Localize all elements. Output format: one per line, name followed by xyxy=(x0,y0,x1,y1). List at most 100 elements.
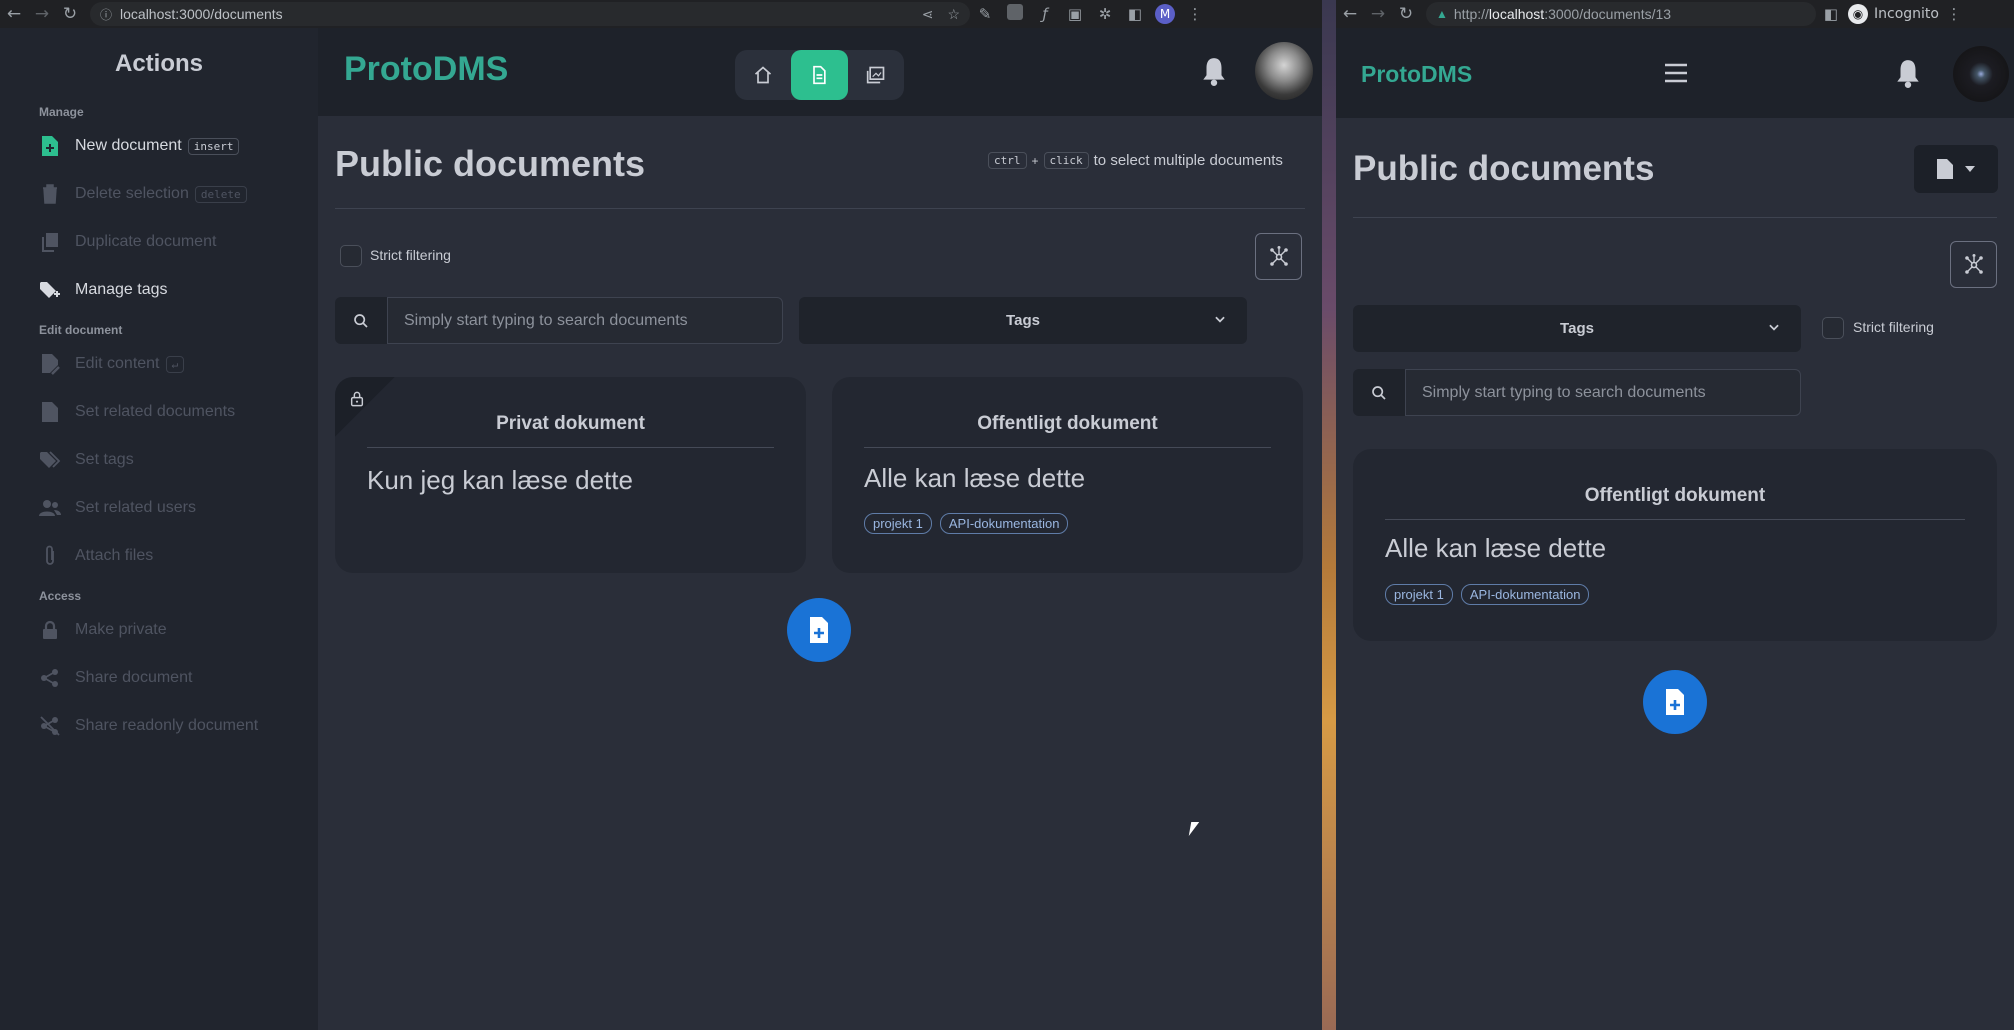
graph-icon xyxy=(1964,253,1983,274)
nav-button-group xyxy=(735,50,904,100)
document-icon xyxy=(813,65,827,85)
file-plus-icon xyxy=(810,617,828,643)
card-body: Alle kan læse dette xyxy=(864,463,1086,493)
tags-dropdown-label: Tags xyxy=(1006,312,1040,329)
address-bar[interactable]: ▲ http://localhost:3000/documents/13 xyxy=(1426,2,1816,26)
sidebar-action-set-tags[interactable]: Set tags xyxy=(0,436,318,484)
hamburger-menu-icon[interactable] xyxy=(1663,62,1689,84)
app-logo[interactable]: ProtoDMS xyxy=(344,50,508,89)
sidebar-section-heading: Edit document xyxy=(39,323,123,337)
sidebar-action-label: Set related documents xyxy=(75,403,236,420)
profile-avatar[interactable]: M xyxy=(1150,4,1180,24)
lock-icon xyxy=(350,391,364,407)
gallery-nav-button[interactable] xyxy=(848,50,904,100)
bookmark-star-icon[interactable]: ☆ xyxy=(947,6,960,23)
extension-formula-icon[interactable]: ƒ xyxy=(1030,5,1060,23)
shortcut-key: delete xyxy=(194,185,247,203)
left-browser-window: ← → ↻ ⓘ localhost:3000/documents ⋖ ☆ ✎ ƒ… xyxy=(0,0,1322,1030)
puzzle-icon[interactable]: ✲ xyxy=(1090,5,1120,23)
extension-pen-icon[interactable]: ✎ xyxy=(970,5,1000,23)
home-nav-button[interactable] xyxy=(735,50,791,100)
card-title: Offentligt dokument xyxy=(977,413,1158,434)
top-navbar: ProtoDMS xyxy=(318,28,1322,116)
forward-icon[interactable]: → xyxy=(28,4,56,24)
document-card-private[interactable]: Privat dokument Kun jeg kan læse dette xyxy=(335,377,806,573)
incognito-icon: ◉ xyxy=(1848,4,1868,24)
tag-pill[interactable]: API-dokumentation xyxy=(1460,584,1590,605)
sidebar-action-label: Share document xyxy=(75,669,193,686)
tags-dropdown[interactable]: Tags xyxy=(799,297,1247,344)
document-actions-dropdown[interactable] xyxy=(1914,145,1998,193)
tags-dropdown[interactable]: Tags xyxy=(1353,305,1801,352)
sidebar-action-share-readonly-document[interactable]: Share readonly document xyxy=(0,702,318,750)
forward-icon[interactable]: → xyxy=(1364,4,1392,24)
tag-pill[interactable]: projekt 1 xyxy=(1385,584,1453,605)
back-icon[interactable]: ← xyxy=(0,4,28,24)
reload-icon[interactable]: ↻ xyxy=(56,4,84,24)
new-document-fab[interactable] xyxy=(1643,670,1707,734)
tag-pill[interactable]: API-dokumentation xyxy=(939,513,1069,534)
user-avatar[interactable] xyxy=(1255,42,1313,100)
sidebar-action-label: Share readonly document xyxy=(75,717,259,734)
sidebar-action-duplicate-document[interactable]: Duplicate document xyxy=(0,218,318,266)
page-title: Public documents xyxy=(335,143,646,184)
notification-bell-icon[interactable] xyxy=(1895,58,1921,88)
users-icon xyxy=(39,497,61,519)
click-key: click xyxy=(1043,152,1089,169)
browser-toolbar: ← → ↻ ▲ http://localhost:3000/documents/… xyxy=(1336,0,2014,28)
new-document-fab[interactable] xyxy=(787,598,851,662)
card-title: Privat dokument xyxy=(496,413,645,434)
search-bar: Simply start typing to search documents xyxy=(1353,369,1801,416)
sidebar-action-new-document[interactable]: New document insert xyxy=(0,122,318,170)
extension-screen-icon[interactable]: ▣ xyxy=(1060,5,1090,23)
sidebar-action-label: Set tags xyxy=(75,451,134,468)
strict-filtering-checkbox[interactable] xyxy=(340,245,362,267)
incognito-indicator[interactable]: ◉ Incognito xyxy=(1848,4,1939,24)
sidebar-action-delete-selection[interactable]: Delete selection delete xyxy=(0,170,318,218)
sidepanel-icon[interactable]: ◧ xyxy=(1120,5,1150,23)
app-logo[interactable]: ProtoDMS xyxy=(1361,61,1472,88)
sidebar-action-share-document[interactable]: Share document xyxy=(0,654,318,702)
url-path: :3000/documents/13 xyxy=(1544,6,1672,22)
gallery-icon xyxy=(866,66,885,84)
menu-kebab-icon[interactable]: ⋮ xyxy=(1939,5,1969,23)
document-card-public[interactable]: Offentligt dokument Alle kan læse dette … xyxy=(1353,449,1997,641)
document-card-public[interactable]: Offentligt dokument Alle kan læse dette … xyxy=(832,377,1303,573)
sidebar-action-manage-tags[interactable]: Manage tags xyxy=(0,266,318,314)
shortcut-key: insert xyxy=(187,137,240,155)
sidebar-action-make-private[interactable]: Make private xyxy=(0,606,318,654)
document-icon xyxy=(1937,159,1953,179)
graph-view-button[interactable] xyxy=(1950,241,1997,288)
shortcut-key: ↵ xyxy=(165,355,185,373)
search-input[interactable]: Simply start typing to search documents xyxy=(387,297,783,344)
back-icon[interactable]: ← xyxy=(1336,4,1364,24)
search-input[interactable]: Simply start typing to search documents xyxy=(1405,369,1801,416)
sidebar-action-edit-content[interactable]: Edit content ↵ xyxy=(0,340,318,388)
user-avatar[interactable] xyxy=(1953,46,2009,102)
sidebar-action-attach-files[interactable]: Attach files xyxy=(0,532,318,580)
address-bar[interactable]: ⓘ localhost:3000/documents ⋖ ☆ xyxy=(90,2,970,26)
search-icon xyxy=(335,297,387,344)
sidebar-section-heading: Access xyxy=(39,589,82,603)
graph-view-button[interactable] xyxy=(1255,233,1302,280)
copy-icon xyxy=(39,231,61,253)
extension-icon[interactable] xyxy=(1000,4,1030,24)
main-content: ProtoDMS Public documents ctrl + click t… xyxy=(318,28,1322,1030)
caret-down-icon xyxy=(1965,166,1975,172)
strict-filtering-checkbox[interactable] xyxy=(1822,317,1844,339)
share-icon xyxy=(39,667,61,689)
address-bar-url: localhost:3000/documents xyxy=(120,6,283,22)
actions-sidebar: Actions Manage New document insert Delete s… xyxy=(0,28,318,1030)
sidebar-action-set-related-users[interactable]: Set related users xyxy=(0,484,318,532)
strict-filtering-label: Strict filtering xyxy=(1853,319,1934,335)
menu-kebab-icon[interactable]: ⋮ xyxy=(1180,5,1210,23)
sidebar-action-set-related-documents[interactable]: Set related documents xyxy=(0,388,318,436)
sidepanel-icon[interactable]: ◧ xyxy=(1816,5,1846,23)
notification-bell-icon[interactable] xyxy=(1201,56,1227,86)
documents-nav-button[interactable] xyxy=(791,50,848,100)
share-icon[interactable]: ⋖ xyxy=(922,6,934,23)
card-divider xyxy=(367,447,774,448)
tag-pill[interactable]: projekt 1 xyxy=(864,513,932,534)
file-plus-icon xyxy=(39,135,61,157)
reload-icon[interactable]: ↻ xyxy=(1392,4,1420,24)
